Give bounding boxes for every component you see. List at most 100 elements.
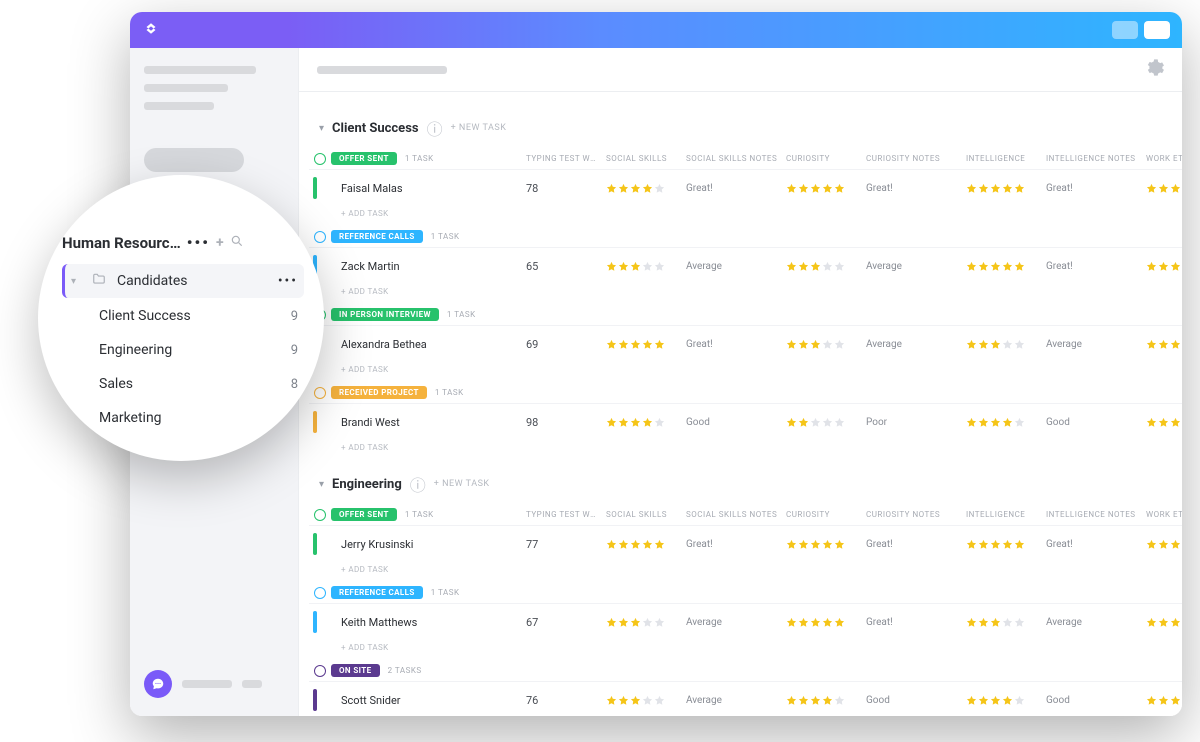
column-header: INTELLIGENCE	[966, 510, 1046, 519]
status-circle-icon[interactable]	[314, 231, 326, 243]
rating-stars	[966, 539, 1046, 550]
rating-stars	[786, 339, 866, 350]
status-chip[interactable]: IN PERSON INTERVIEW	[331, 308, 439, 321]
rating-stars	[786, 617, 866, 628]
chevron-down-icon[interactable]: ▾	[319, 123, 324, 134]
placeholder	[144, 102, 214, 110]
candidate-name: Jerry Krusinski	[331, 538, 526, 551]
status-bar	[313, 177, 317, 199]
rating-stars	[1146, 339, 1182, 350]
rating-stars	[606, 339, 686, 350]
titlebar	[130, 12, 1182, 48]
rating-stars	[966, 617, 1046, 628]
candidate-name: Zack Martin	[331, 260, 526, 273]
wpm-cell: 98	[526, 416, 606, 429]
column-header: CURIOSITY	[786, 510, 866, 519]
rating-stars	[1146, 539, 1182, 550]
note-cell: Average	[866, 339, 966, 350]
plus-icon[interactable]: +	[216, 235, 224, 251]
placeholder	[242, 680, 262, 688]
add-task-row[interactable]: + ADD TASK	[309, 284, 1182, 304]
sidebar-item-label: Candidates	[117, 273, 188, 289]
column-header: SOCIAL SKILLS NOTES	[686, 154, 786, 163]
placeholder	[317, 66, 447, 74]
status-bar	[313, 689, 317, 711]
status-circle-icon[interactable]	[314, 387, 326, 399]
note-cell: Good	[1046, 417, 1146, 428]
more-icon[interactable]: •••	[187, 233, 210, 252]
status-chip[interactable]: OFFER SENT	[331, 508, 397, 521]
item-count: 9	[291, 343, 298, 358]
status-circle-icon[interactable]	[314, 587, 326, 599]
note-cell: Good	[686, 417, 786, 428]
note-cell: Great!	[1046, 261, 1146, 272]
new-task-button[interactable]: + NEW TASK	[451, 123, 507, 133]
chat-icon[interactable]	[144, 670, 172, 698]
add-task-row[interactable]: + ADD TASK	[309, 362, 1182, 382]
section-header: REFERENCE CALLS1 TASK	[309, 226, 1182, 247]
column-header: TYPING TEST WPM	[526, 154, 606, 163]
rating-stars	[606, 695, 686, 706]
chevron-down-icon[interactable]: ▾	[319, 479, 324, 490]
search-pill[interactable]	[144, 148, 244, 172]
table-row[interactable]: Scott Snider 76 Average Good Good Avera	[309, 681, 1182, 716]
rating-stars	[966, 183, 1046, 194]
status-chip[interactable]: REFERENCE CALLS	[331, 586, 423, 599]
add-task-label: + ADD TASK	[331, 365, 1182, 374]
candidate-name: Alexandra Bethea	[331, 338, 526, 351]
candidate-name: Scott Snider	[331, 694, 526, 707]
rating-stars	[606, 617, 686, 628]
window-control[interactable]	[1112, 21, 1138, 39]
status-chip[interactable]: OFFER SENT	[331, 152, 397, 165]
rating-stars	[786, 695, 866, 706]
add-task-row[interactable]: + ADD TASK	[309, 440, 1182, 460]
note-cell: Average	[686, 695, 786, 706]
task-count: 2 TASKS	[388, 666, 422, 675]
table-row[interactable]: Faisal Malas 78 Great! Great! Great! Gre…	[309, 169, 1182, 206]
column-header: WORK ETHIC	[1146, 510, 1182, 519]
rating-stars	[1146, 695, 1182, 706]
more-icon[interactable]: •••	[278, 273, 298, 289]
status-circle-icon[interactable]	[314, 153, 326, 165]
add-task-label: + ADD TASK	[331, 209, 1182, 218]
status-chip[interactable]: ON SITE	[331, 664, 380, 677]
rating-stars	[966, 695, 1046, 706]
rating-stars	[786, 261, 866, 272]
search-icon[interactable]	[230, 234, 244, 252]
status-chip[interactable]: RECEIVED PROJECT	[331, 386, 427, 399]
sidebar-subitem[interactable]: Sales8	[62, 368, 304, 400]
sidebar-subitem[interactable]: Engineering9	[62, 334, 304, 366]
sidebar-item-label: Marketing	[99, 410, 162, 426]
sidebar-subitem[interactable]: Marketing9	[62, 402, 304, 434]
sidebar-popup: Human Resourc… ••• + ▾ Candidates ••• Cl…	[38, 175, 324, 461]
gear-icon[interactable]	[1146, 59, 1164, 81]
rating-stars	[606, 261, 686, 272]
status-circle-icon[interactable]	[314, 665, 326, 677]
task-count: 1 TASK	[431, 588, 460, 597]
table-row[interactable]: Keith Matthews 67 Average Great! Average…	[309, 603, 1182, 640]
list-scroll[interactable]: ▾ Client Success ⓘ + NEW TASK OFFER SENT…	[299, 92, 1182, 716]
table-row[interactable]: Zack Martin 65 Average Average Great! Go…	[309, 247, 1182, 284]
add-task-row[interactable]: + ADD TASK	[309, 562, 1182, 582]
rating-stars	[1146, 261, 1182, 272]
sidebar-subitem[interactable]: Client Success9	[62, 300, 304, 332]
window-control[interactable]	[1144, 21, 1170, 39]
status-circle-icon[interactable]	[314, 509, 326, 521]
status-bar	[313, 611, 317, 633]
column-header: WORK ETHIC	[1146, 154, 1182, 163]
table-row[interactable]: Brandi West 98 Good Poor Good Avera	[309, 403, 1182, 440]
rating-stars	[966, 417, 1046, 428]
add-task-row[interactable]: + ADD TASK	[309, 206, 1182, 226]
add-task-row[interactable]: + ADD TASK	[309, 640, 1182, 660]
content-header	[299, 48, 1182, 92]
column-header: SOCIAL SKILLS	[606, 510, 686, 519]
table-row[interactable]: Alexandra Bethea 69 Great! Average Avera…	[309, 325, 1182, 362]
section-header: RECEIVED PROJECT1 TASK	[309, 382, 1182, 403]
status-chip[interactable]: REFERENCE CALLS	[331, 230, 423, 243]
new-task-button[interactable]: + NEW TASK	[434, 479, 490, 489]
table-row[interactable]: Jerry Krusinski 77 Great! Great! Great! …	[309, 525, 1182, 562]
rating-stars	[1146, 617, 1182, 628]
sidebar-item-candidates[interactable]: ▾ Candidates •••	[62, 264, 304, 298]
note-cell: Great!	[866, 617, 966, 628]
note-cell: Great!	[1046, 183, 1146, 194]
